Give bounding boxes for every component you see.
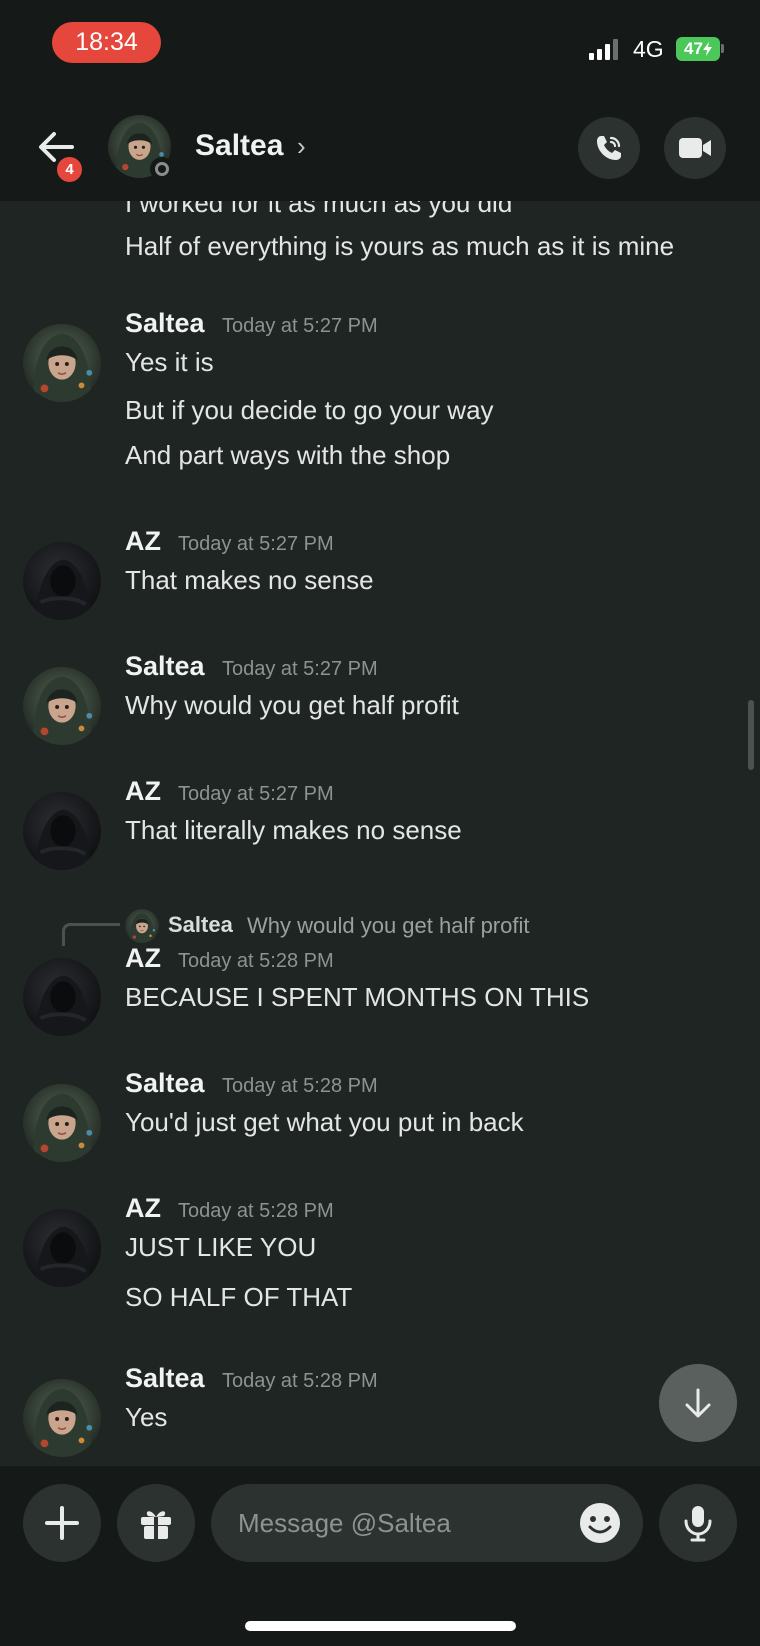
emoji-button[interactable] (578, 1501, 622, 1545)
avatar-image (23, 324, 101, 402)
avatar-image (23, 667, 101, 745)
message-text: Why would you get half profit (125, 690, 459, 720)
message-text: Half of everything is yours as much as i… (125, 231, 675, 261)
avatar-image (23, 1209, 101, 1287)
message-text: SO HALF OF THAT (125, 1282, 353, 1312)
message-timestamp: Today at 5:27 PM (222, 315, 378, 337)
message-text: Yes (125, 1402, 168, 1432)
message-text: Yes it is (125, 347, 214, 377)
arrow-down-icon (685, 1388, 711, 1418)
home-indicator[interactable] (245, 1621, 516, 1631)
reply-avatar (125, 909, 159, 943)
avatar-image (125, 909, 159, 943)
battery-cap (721, 44, 724, 53)
voice-message-button[interactable] (659, 1484, 737, 1562)
avatar-image (23, 1084, 101, 1162)
message-timestamp: Today at 5:28 PM (222, 1075, 378, 1097)
message-timestamp: Today at 5:27 PM (222, 658, 378, 680)
avatar[interactable] (23, 792, 101, 870)
message-list[interactable]: I worked for it as much as you did Half … (0, 201, 760, 1466)
message-text: BECAUSE I SPENT MONTHS ON THIS (125, 982, 590, 1012)
emoji-icon (580, 1503, 620, 1543)
chevron-right-icon[interactable]: › (297, 131, 306, 162)
message-text: JUST LIKE YOU (125, 1232, 317, 1262)
message-author[interactable]: Saltea (125, 1363, 205, 1394)
avatar[interactable] (23, 958, 101, 1036)
avatar-image (23, 792, 101, 870)
reply-preview[interactable]: Why would you get half profit (247, 913, 529, 939)
network-type: 4G (633, 36, 664, 62)
message-timestamp: Today at 5:28 PM (178, 1200, 334, 1222)
charging-bolt-icon (702, 42, 712, 56)
message-author[interactable]: Saltea (125, 1068, 205, 1099)
message-author[interactable]: Saltea (125, 651, 205, 682)
avatar[interactable] (23, 324, 101, 402)
scrollbar[interactable] (748, 700, 754, 770)
reply-connector (62, 923, 120, 946)
composer (0, 1466, 760, 1646)
message-author[interactable]: AZ (125, 776, 161, 807)
message-text: That literally makes no sense (125, 815, 462, 845)
avatar[interactable] (23, 1209, 101, 1287)
message-author[interactable]: AZ (125, 943, 161, 974)
avatar[interactable] (23, 1084, 101, 1162)
message-text: I worked for it as much as you did (125, 201, 513, 218)
unread-badge: 4 (54, 154, 85, 185)
voice-call-button[interactable] (578, 117, 640, 179)
video-call-button[interactable] (664, 117, 726, 179)
contact-name[interactable]: Saltea (195, 129, 283, 163)
microphone-icon (684, 1506, 712, 1542)
chat-header: 4 Saltea › (0, 95, 760, 201)
message-timestamp: Today at 5:28 PM (222, 1370, 378, 1392)
message-timestamp: Today at 5:27 PM (178, 533, 334, 555)
message-author[interactable]: AZ (125, 526, 161, 557)
avatar[interactable] (23, 542, 101, 620)
offline-status-icon (150, 157, 174, 181)
status-bar: 18:34 4G 47 (0, 0, 760, 95)
message-author[interactable]: Saltea (125, 308, 205, 339)
message-text: You'd just get what you put in back (125, 1107, 524, 1137)
message-text: That makes no sense (125, 565, 374, 595)
jump-to-bottom-button[interactable] (659, 1364, 737, 1442)
avatar[interactable] (23, 1379, 101, 1457)
message-text: But if you decide to go your way (125, 395, 494, 425)
gift-button[interactable] (117, 1484, 195, 1562)
battery-icon: 47 (676, 37, 720, 61)
signal-strength-icon (589, 38, 618, 60)
avatar[interactable] (23, 667, 101, 745)
reply-author[interactable]: Saltea (168, 912, 233, 938)
battery-level: 47 (684, 39, 703, 58)
message-timestamp: Today at 5:27 PM (178, 783, 334, 805)
plus-icon (45, 1506, 79, 1540)
attach-button[interactable] (23, 1484, 101, 1562)
message-text: And part ways with the shop (125, 440, 451, 470)
message-timestamp: Today at 5:28 PM (178, 950, 334, 972)
status-time: 18:34 (52, 22, 161, 63)
phone-call-icon (597, 136, 621, 160)
gift-icon (141, 1511, 171, 1539)
message-author[interactable]: AZ (125, 1193, 161, 1224)
avatar-image (23, 958, 101, 1036)
avatar-image (23, 1379, 101, 1457)
video-camera-icon (679, 138, 711, 158)
avatar-image (23, 542, 101, 620)
